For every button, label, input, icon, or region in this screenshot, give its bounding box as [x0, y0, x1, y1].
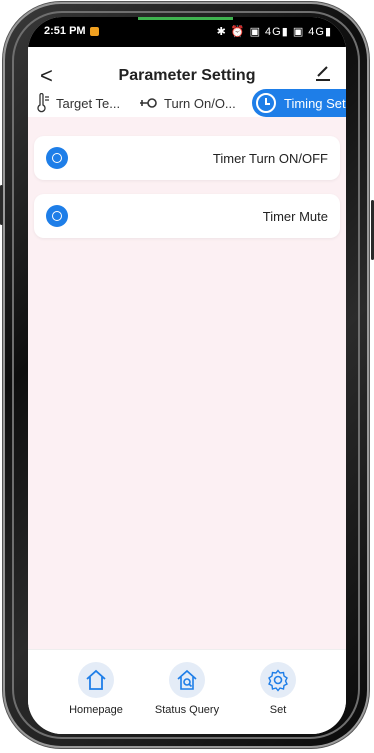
tab-timing-settings[interactable]: Timing Set... — [252, 89, 346, 117]
side-button — [0, 185, 3, 225]
nav-homepage[interactable]: Homepage — [51, 662, 141, 716]
key-icon — [140, 98, 157, 108]
status-time: 2:51 PM — [44, 25, 86, 37]
nav-label: Status Query — [154, 704, 220, 716]
content-area: Timer Turn ON/OFF Timer Mute — [28, 117, 346, 649]
tab-bar: Target Te... Turn On/O... Timing Set... — [28, 89, 346, 117]
item-label: Timer Mute — [262, 209, 328, 224]
nav-label: Homepage — [69, 704, 123, 716]
page-title: Parameter Setting — [118, 67, 256, 84]
timer-mute-item[interactable]: Timer Mute — [34, 194, 340, 238]
status-icons: ✱ ⏰ ▣ 4G▮ ▣ 4G▮ — [216, 26, 332, 38]
notification-icon — [90, 27, 99, 36]
nav-set[interactable]: Set — [233, 662, 323, 716]
tab-target-temperature[interactable]: Target Te... — [36, 89, 120, 117]
clock-icon — [46, 205, 68, 227]
call-indicator — [138, 17, 233, 20]
thermometer-icon — [37, 93, 49, 113]
tab-label: Timing Set... — [284, 95, 346, 111]
tab-turn-on-off[interactable]: Turn On/O... — [138, 89, 236, 117]
tab-label: Target Te... — [56, 95, 121, 111]
clock-icon — [46, 147, 68, 169]
nav-status-query[interactable]: Status Query — [142, 662, 232, 716]
screen: 2:51 PM ✱ ⏰ ▣ 4G▮ ▣ 4G▮ < Parameter Sett… — [28, 17, 346, 734]
timer-turn-on-off-item[interactable]: Timer Turn ON/OFF — [34, 136, 340, 180]
clock-icon — [256, 93, 276, 113]
status-bar: 2:51 PM ✱ ⏰ ▣ 4G▮ ▣ 4G▮ — [28, 17, 346, 47]
bottom-nav: Homepage Status Query Set — [28, 649, 346, 734]
item-label: Timer Turn ON/OFF — [212, 151, 328, 166]
nav-label: Set — [269, 704, 287, 716]
home-icon — [86, 669, 106, 690]
gear-icon — [268, 669, 288, 692]
status-query-icon — [177, 669, 197, 690]
tab-label: Turn On/O... — [164, 95, 236, 111]
edit-icon[interactable] — [314, 62, 332, 82]
